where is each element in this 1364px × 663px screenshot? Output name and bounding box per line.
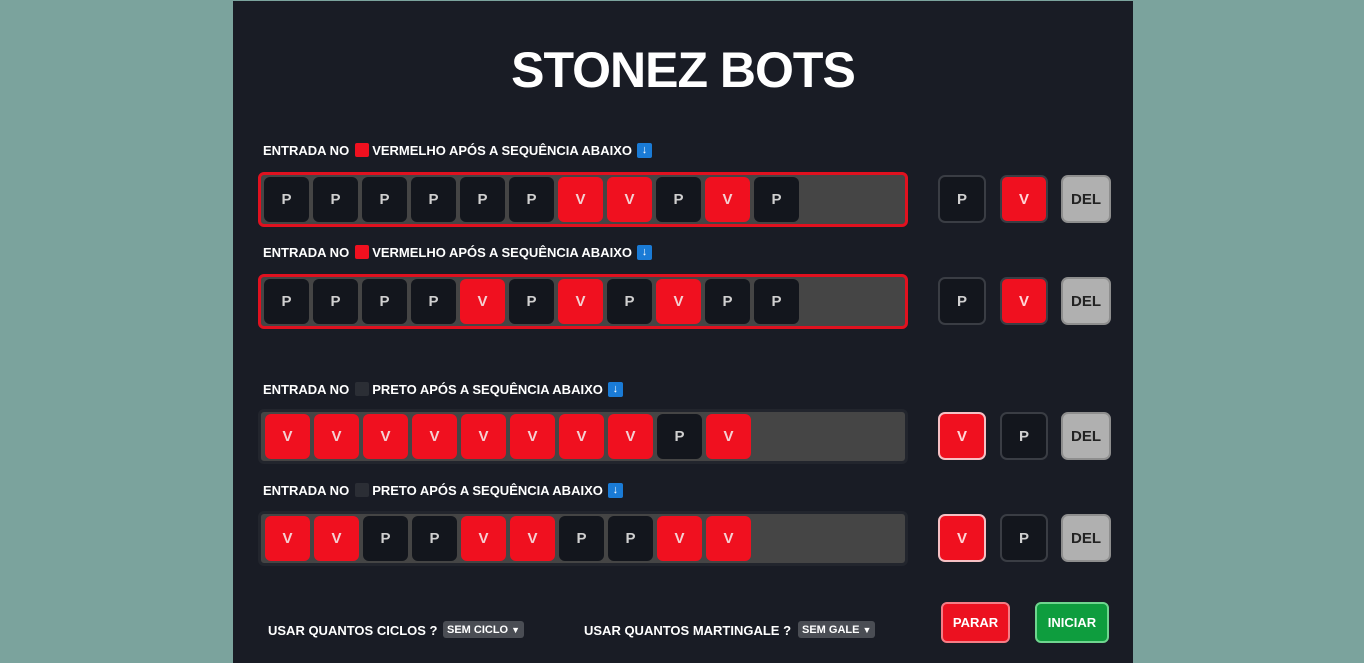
down-arrow-icon: ↓ bbox=[607, 381, 623, 397]
sequence-chip-red: V bbox=[558, 177, 603, 222]
cycles-select-value: SEM CICLO bbox=[447, 623, 509, 636]
row-label-text: PRETO APÓS A SEQUÊNCIA ABAIXO bbox=[372, 482, 603, 498]
sequence-chip-red: V bbox=[314, 414, 359, 459]
down-arrow-icon: ↓ bbox=[636, 142, 652, 158]
bot-panel: STONEZ BOTS ENTRADA NO VERMELHO APÓS A SE… bbox=[233, 1, 1133, 663]
row-label: ENTRADA NO PRETO APÓS A SEQUÊNCIA ABAIXO ↓ bbox=[263, 381, 623, 397]
sequence-chip-red: V bbox=[558, 279, 603, 324]
sequence-box: VVPPVVPPVV bbox=[258, 511, 908, 566]
row-label-text: VERMELHO APÓS A SEQUÊNCIA ABAIXO bbox=[372, 142, 632, 158]
sequence-chip-black: P bbox=[411, 177, 456, 222]
row-label: ENTRADA NO VERMELHO APÓS A SEQUÊNCIA ABAI… bbox=[263, 244, 652, 260]
sequence-chip-black: P bbox=[313, 279, 358, 324]
delete-button[interactable]: DEL bbox=[1061, 175, 1111, 223]
add-red-button[interactable]: V bbox=[938, 412, 986, 460]
sequence-chip-red: V bbox=[314, 516, 359, 561]
sequence-chip-black: P bbox=[460, 177, 505, 222]
delete-button[interactable]: DEL bbox=[1061, 514, 1111, 562]
chevron-down-icon: ▼ bbox=[862, 624, 872, 635]
black-square-icon bbox=[355, 483, 370, 497]
sequence-chip-black: P bbox=[607, 279, 652, 324]
add-black-button[interactable]: P bbox=[938, 277, 986, 325]
sequence-chip-black: P bbox=[559, 516, 604, 561]
down-arrow-icon: ↓ bbox=[607, 482, 623, 498]
add-black-button[interactable]: P bbox=[1000, 514, 1048, 562]
row-label: ENTRADA NO VERMELHO APÓS A SEQUÊNCIA ABAI… bbox=[263, 142, 652, 158]
row-label-text: PRETO APÓS A SEQUÊNCIA ABAIXO bbox=[372, 381, 603, 397]
sequence-chip-red: V bbox=[706, 516, 751, 561]
sequence-chip-black: P bbox=[705, 279, 750, 324]
row-label-prefix: ENTRADA NO bbox=[263, 482, 350, 498]
sequence-chip-red: V bbox=[656, 279, 701, 324]
sequence-chip-black: P bbox=[313, 177, 358, 222]
delete-button[interactable]: DEL bbox=[1061, 277, 1111, 325]
sequence-chip-black: P bbox=[657, 414, 702, 459]
add-red-button[interactable]: V bbox=[1000, 175, 1048, 223]
sequence-chip-red: V bbox=[461, 516, 506, 561]
row-label-text: VERMELHO APÓS A SEQUÊNCIA ABAIXO bbox=[372, 244, 632, 260]
black-square-icon bbox=[355, 382, 370, 396]
martingale-select[interactable]: SEM GALE ▼ bbox=[798, 621, 876, 638]
sequence-chip-black: P bbox=[411, 279, 456, 324]
sequence-chip-red: V bbox=[412, 414, 457, 459]
cycles-select[interactable]: SEM CICLO ▼ bbox=[443, 621, 525, 638]
red-square-icon bbox=[355, 245, 370, 259]
martingale-label: USAR QUANTOS MARTINGALE ? bbox=[584, 623, 792, 638]
sequence-chip-red: V bbox=[657, 516, 702, 561]
chevron-down-icon: ▼ bbox=[511, 624, 521, 635]
sequence-chip-black: P bbox=[362, 177, 407, 222]
sequence-box: VVVVVVVVPV bbox=[258, 409, 908, 464]
sequence-chip-red: V bbox=[265, 414, 310, 459]
sequence-box: PPPPVPVPVPP bbox=[258, 274, 908, 329]
sequence-chip-black: P bbox=[754, 177, 799, 222]
sequence-chip-black: P bbox=[264, 177, 309, 222]
sequence-chip-black: P bbox=[264, 279, 309, 324]
sequence-chip-red: V bbox=[510, 516, 555, 561]
sequence-chip-black: P bbox=[362, 279, 407, 324]
cycles-label: USAR QUANTOS CICLOS ? bbox=[268, 623, 438, 638]
delete-button[interactable]: DEL bbox=[1061, 412, 1111, 460]
sequence-chip-black: P bbox=[608, 516, 653, 561]
row-label-prefix: ENTRADA NO bbox=[263, 381, 350, 397]
sequence-chip-black: P bbox=[509, 279, 554, 324]
sequence-chip-black: P bbox=[509, 177, 554, 222]
sequence-chip-red: V bbox=[607, 177, 652, 222]
sequence-chip-red: V bbox=[705, 177, 750, 222]
sequence-chip-black: P bbox=[412, 516, 457, 561]
row-label-prefix: ENTRADA NO bbox=[263, 244, 350, 260]
add-black-button[interactable]: P bbox=[938, 175, 986, 223]
add-red-button[interactable]: V bbox=[1000, 277, 1048, 325]
sequence-chip-red: V bbox=[265, 516, 310, 561]
sequence-chip-red: V bbox=[559, 414, 604, 459]
start-button[interactable]: INICIAR bbox=[1035, 602, 1109, 643]
sequence-chip-red: V bbox=[608, 414, 653, 459]
add-red-button[interactable]: V bbox=[938, 514, 986, 562]
sequence-chip-red: V bbox=[363, 414, 408, 459]
martingale-select-value: SEM GALE bbox=[802, 623, 860, 636]
row-label: ENTRADA NO PRETO APÓS A SEQUÊNCIA ABAIXO ↓ bbox=[263, 482, 623, 498]
red-square-icon bbox=[355, 143, 370, 157]
sequence-chip-red: V bbox=[510, 414, 555, 459]
sequence-chip-black: P bbox=[754, 279, 799, 324]
down-arrow-icon: ↓ bbox=[636, 244, 652, 260]
sequence-box: PPPPPPVVPVP bbox=[258, 172, 908, 227]
app-title: STONEZ BOTS bbox=[511, 42, 856, 98]
sequence-chip-red: V bbox=[460, 279, 505, 324]
stop-button[interactable]: PARAR bbox=[941, 602, 1010, 643]
sequence-chip-black: P bbox=[363, 516, 408, 561]
sequence-chip-black: P bbox=[656, 177, 701, 222]
add-black-button[interactable]: P bbox=[1000, 412, 1048, 460]
row-label-prefix: ENTRADA NO bbox=[263, 142, 350, 158]
sequence-chip-red: V bbox=[461, 414, 506, 459]
sequence-chip-red: V bbox=[706, 414, 751, 459]
